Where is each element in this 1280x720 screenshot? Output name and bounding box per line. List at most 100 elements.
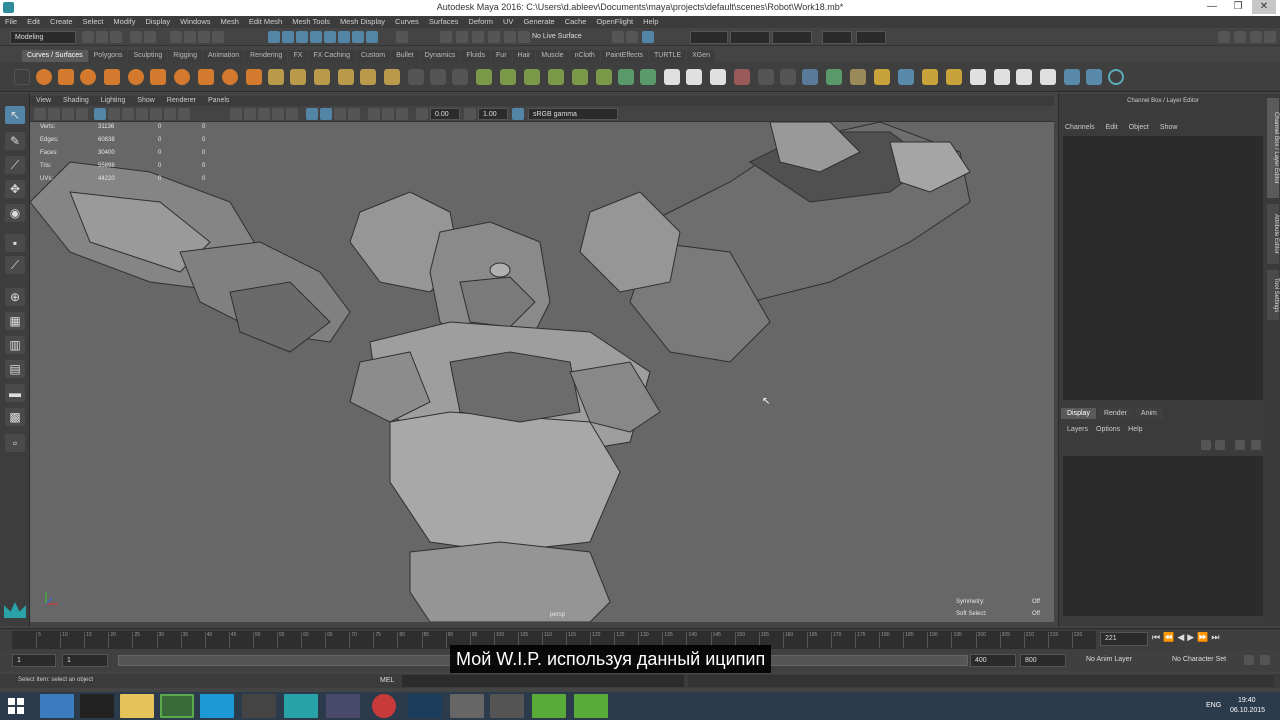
- numeric-input-2[interactable]: [730, 31, 770, 44]
- numeric-input-4[interactable]: [822, 31, 852, 44]
- move-layer-down-icon[interactable]: [1251, 440, 1261, 450]
- shelf-tool-7-icon[interactable]: [174, 69, 190, 85]
- shelf-tool-47-icon[interactable]: [1108, 69, 1124, 85]
- shelf-tool-31-icon[interactable]: [734, 69, 750, 85]
- panel-icon[interactable]: [1250, 31, 1262, 43]
- menu-mesh-display[interactable]: Mesh Display: [335, 16, 390, 28]
- channel-box-toggle-icon[interactable]: [1264, 31, 1276, 43]
- shelf-tool-43-icon[interactable]: [1016, 69, 1032, 85]
- shelf-tool-5-icon[interactable]: [128, 69, 144, 85]
- shelf-tab-fluids[interactable]: Fluids: [461, 50, 491, 62]
- shelf-tool-30-icon[interactable]: [710, 69, 726, 85]
- shelf-tab-xgen[interactable]: XGen: [687, 50, 716, 62]
- panel-menu-view[interactable]: View: [30, 96, 57, 106]
- new-layer-selected-icon[interactable]: [1215, 440, 1225, 450]
- layout-extra-icon[interactable]: ▫: [5, 434, 25, 452]
- shelf-tool-10-icon[interactable]: [246, 69, 262, 85]
- snap-live-icon[interactable]: [338, 31, 350, 43]
- clock-time[interactable]: 19:40: [1238, 697, 1256, 704]
- last-tool-icon[interactable]: ⟋: [5, 256, 25, 274]
- current-frame-field[interactable]: 221: [1100, 632, 1148, 646]
- input-ops-icon[interactable]: [440, 31, 452, 43]
- panel-menu-show[interactable]: Show: [131, 96, 161, 106]
- shelf-tool-28-icon[interactable]: [664, 69, 680, 85]
- shelf-tool-20-icon[interactable]: [476, 69, 492, 85]
- workspace-icon[interactable]: [1218, 31, 1230, 43]
- play-forward-icon[interactable]: ▶: [1187, 632, 1194, 643]
- menu-select[interactable]: Select: [78, 16, 109, 28]
- redo-icon[interactable]: [144, 31, 156, 43]
- shelf-tab-painteffects[interactable]: PaintEffects: [600, 50, 649, 62]
- menu-curves[interactable]: Curves: [390, 16, 424, 28]
- channel-box-menu-show[interactable]: Show: [1160, 124, 1178, 131]
- paint-select-icon[interactable]: ⟋: [5, 156, 25, 174]
- shelf-tool-44-icon[interactable]: [1040, 69, 1056, 85]
- shelf-tool-8-icon[interactable]: [198, 69, 214, 85]
- open-scene-icon[interactable]: [96, 31, 108, 43]
- snap-curve-icon[interactable]: [282, 31, 294, 43]
- minimize-button[interactable]: —: [1200, 0, 1224, 14]
- language-indicator[interactable]: ENG: [1206, 702, 1221, 709]
- camera-select-icon[interactable]: [34, 108, 46, 120]
- ssao-icon[interactable]: [320, 108, 332, 120]
- command-input[interactable]: [402, 675, 684, 687]
- layout-icon[interactable]: [1234, 31, 1246, 43]
- view-transform-dropdown[interactable]: sRGB gamma: [528, 108, 618, 120]
- clock-date[interactable]: 06.10.2015: [1230, 707, 1265, 714]
- panel-menu-lighting[interactable]: Lighting: [95, 96, 132, 106]
- numeric-input-1[interactable]: [690, 31, 728, 44]
- shelf-tool-23-icon[interactable]: [548, 69, 564, 85]
- grid-toggle-icon[interactable]: [94, 108, 106, 120]
- shelf-tab-rigging[interactable]: Rigging: [168, 50, 202, 62]
- shelf-tool-29-icon[interactable]: [686, 69, 702, 85]
- app2-taskbar-icon[interactable]: [326, 694, 360, 718]
- go-end-icon[interactable]: ⏭: [1211, 632, 1219, 643]
- menu-mesh-tools[interactable]: Mesh Tools: [287, 16, 335, 28]
- construction-history-icon[interactable]: [396, 31, 408, 43]
- menu-display[interactable]: Display: [141, 16, 176, 28]
- resolution-gate-icon[interactable]: [122, 108, 134, 120]
- layer-menu-layers[interactable]: Layers: [1067, 426, 1088, 433]
- shelf-tab-custom[interactable]: Custom: [355, 50, 391, 62]
- camtasia2-taskbar-icon[interactable]: [574, 694, 608, 718]
- snap-grid-icon[interactable]: [268, 31, 280, 43]
- smooth-shade-icon[interactable]: [244, 108, 256, 120]
- isolate-select-icon[interactable]: [368, 108, 380, 120]
- shelf-tool-32-icon[interactable]: [758, 69, 774, 85]
- color-management-icon[interactable]: [512, 108, 524, 120]
- channel-box-menu-channels[interactable]: Channels: [1065, 124, 1095, 131]
- shelf-tool-17-icon[interactable]: [408, 69, 424, 85]
- shelf-tab-fx-caching[interactable]: FX Caching: [308, 50, 355, 62]
- menu-help[interactable]: Help: [638, 16, 663, 28]
- folder-taskbar-icon[interactable]: [120, 694, 154, 718]
- playback-start-field[interactable]: 1: [62, 654, 108, 667]
- xray-joints-icon[interactable]: [396, 108, 408, 120]
- gamma-field[interactable]: 1.00: [478, 108, 508, 120]
- shelf-tab-dynamics[interactable]: Dynamics: [419, 50, 461, 62]
- menu-windows[interactable]: Windows: [175, 16, 215, 28]
- menu-mesh[interactable]: Mesh: [216, 16, 244, 28]
- shelf-tool-3-icon[interactable]: [80, 69, 96, 85]
- menu-edit[interactable]: Edit: [22, 16, 45, 28]
- menuset-dropdown[interactable]: Modeling: [10, 31, 76, 44]
- shelf-tool-35-icon[interactable]: [826, 69, 842, 85]
- snap-point-icon[interactable]: [296, 31, 308, 43]
- shelf-tool-40-icon[interactable]: [946, 69, 962, 85]
- shelf-tab-sculpting[interactable]: Sculpting: [128, 50, 168, 62]
- aa-icon[interactable]: [348, 108, 360, 120]
- layout-single-icon[interactable]: ⊕: [5, 288, 25, 306]
- viewport-persp[interactable]: Verts: 31136 0 0 Edges: 60838 0 0 Faces:…: [30, 122, 1054, 622]
- shelf-tool-15-icon[interactable]: [360, 69, 376, 85]
- shelf-tab-curves-surfaces[interactable]: Curves / Surfaces: [22, 50, 88, 62]
- move-tool-icon[interactable]: ✥: [5, 180, 25, 198]
- snap-view-icon[interactable]: [352, 31, 364, 43]
- layer-tab-display[interactable]: Display: [1061, 408, 1096, 419]
- new-layer-icon[interactable]: [1201, 440, 1211, 450]
- textured-icon[interactable]: [272, 108, 284, 120]
- layer-menu-options[interactable]: Options: [1096, 426, 1120, 433]
- shelf-tool-13-icon[interactable]: [314, 69, 330, 85]
- anim-prefs-icon[interactable]: [1244, 655, 1254, 665]
- numeric-input-3[interactable]: [772, 31, 812, 44]
- channel-box-menu-object[interactable]: Object: [1129, 124, 1149, 131]
- shelf-tab-animation[interactable]: Animation: [202, 50, 245, 62]
